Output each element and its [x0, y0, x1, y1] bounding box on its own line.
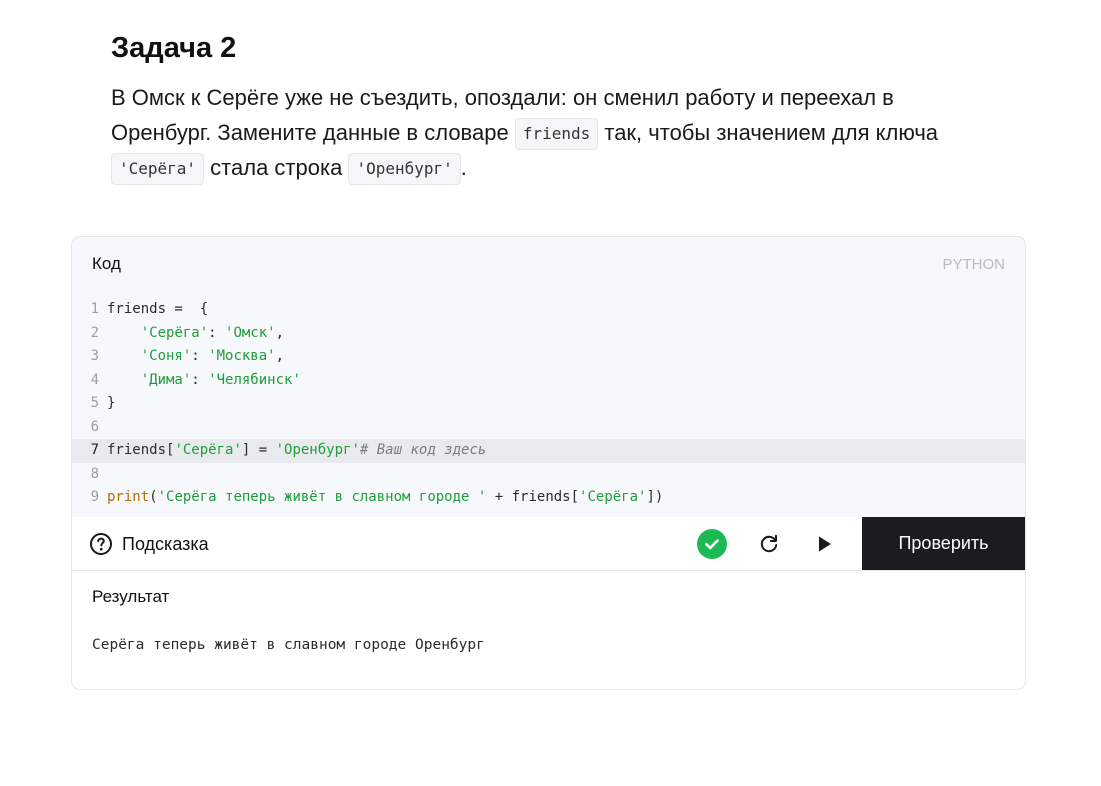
code-line[interactable]: 3 'Соня': 'Москва', — [72, 345, 1025, 369]
line-source: print('Серёга теперь живёт в славном гор… — [107, 486, 663, 510]
reset-button[interactable] — [755, 530, 783, 558]
code-token: : — [191, 371, 209, 388]
code-token: + friends[ — [486, 489, 580, 505]
line-number: 2 — [90, 324, 99, 341]
play-icon — [819, 536, 831, 552]
code-editor-panel: Код PYTHON 1 friends = { 2 'Серёга': 'Омск… — [71, 236, 1026, 690]
code-token: ]) — [646, 489, 664, 505]
task-text-2: так, чтобы значением для ключа — [598, 120, 939, 145]
code-line[interactable]: 6 — [72, 416, 1025, 440]
task-description: В Омск к Серёге уже не съездить, опоздал… — [111, 80, 991, 185]
line-number: 6 — [90, 418, 99, 435]
code-token: ( — [149, 489, 158, 505]
inline-code-friends: friends — [514, 118, 599, 150]
code-token: 'Соня' — [140, 348, 192, 364]
code-token: 'Челябинск' — [208, 371, 301, 388]
line-source: 'Дима': 'Челябинск' — [107, 369, 301, 393]
code-token: 'Серёга' — [174, 442, 242, 458]
check-circle-icon — [697, 529, 727, 559]
task-text-4: . — [460, 155, 467, 180]
inline-code-value: 'Оренбург' — [348, 153, 461, 185]
line-number: 8 — [90, 465, 99, 482]
line-number: 4 — [90, 371, 99, 388]
code-token: 'Москва' — [208, 348, 276, 364]
editor-toolbar: Подсказка Проверить — [72, 517, 1025, 571]
code-token: , — [275, 324, 285, 341]
check-button[interactable]: Проверить — [862, 517, 1025, 570]
code-token: 'Омск' — [225, 324, 276, 341]
code-line[interactable]: 2 'Серёга': 'Омск', — [72, 322, 1025, 346]
line-number: 9 — [90, 489, 99, 505]
line-number: 1 — [90, 301, 99, 317]
code-token: # Ваш код здесь — [359, 442, 487, 458]
code-token: , — [275, 348, 285, 364]
task-title: Задача 2 — [111, 32, 237, 64]
code-token: ] = — [241, 442, 276, 458]
inline-code-key: 'Серёга' — [111, 153, 205, 185]
line-number: 7 — [90, 442, 99, 458]
language-label: PYTHON — [942, 256, 1005, 273]
code-token: 'Оренбург' — [275, 442, 360, 458]
code-token: 'Серёга' — [579, 489, 647, 505]
code-line[interactable]: 1 friends = { — [72, 298, 1025, 322]
result-output: Серёга теперь живёт в славном городе Оре… — [92, 637, 485, 653]
code-token: 'Серёга' — [140, 324, 209, 341]
code-label: Код — [92, 254, 121, 273]
code-area[interactable]: Код PYTHON 1 friends = { 2 'Серёга': 'Омск… — [72, 237, 1025, 517]
line-source: friends['Серёга'] = 'Оренбург'# Ваш код … — [107, 439, 486, 463]
code-line[interactable]: 8 — [72, 463, 1025, 487]
result-label: Результат — [92, 587, 170, 606]
code-token: friends = { — [107, 301, 209, 317]
code-line[interactable]: 4 'Дима': 'Челябинск' — [72, 369, 1025, 393]
code-token: print — [107, 489, 150, 505]
hint-label: Подсказка — [122, 533, 209, 554]
line-number: 5 — [90, 395, 99, 411]
task-text-3: стала строка — [204, 155, 349, 180]
line-source: } — [107, 392, 115, 416]
line-source: 'Серёга': 'Омск', — [107, 322, 284, 346]
code-token: 'Дима' — [140, 371, 192, 388]
code-token: } — [107, 395, 116, 411]
line-source: friends = { — [107, 298, 208, 322]
line-number: 3 — [90, 348, 99, 364]
code-token: : — [191, 348, 209, 364]
run-button[interactable] — [810, 530, 838, 558]
code-line[interactable]: 5} — [72, 392, 1025, 416]
hint-button[interactable]: Подсказка — [89, 531, 209, 557]
code-lines[interactable]: 1 friends = {2 'Серёга': 'Омск', 3 'Соня':… — [72, 298, 1025, 510]
code-line[interactable]: 7 friends['Серёга'] = 'Оренбург'# Ваш код… — [72, 439, 1025, 463]
question-circle-icon — [90, 533, 112, 555]
code-line[interactable]: 9 print('Серёга теперь живёт в славном го… — [72, 486, 1025, 510]
code-token: : — [208, 324, 226, 341]
code-token: friends[ — [107, 442, 175, 458]
code-token: 'Серёга теперь живёт в славном городе ' — [157, 489, 487, 505]
reset-icon — [760, 534, 778, 553]
line-source: 'Соня': 'Москва', — [107, 345, 284, 369]
